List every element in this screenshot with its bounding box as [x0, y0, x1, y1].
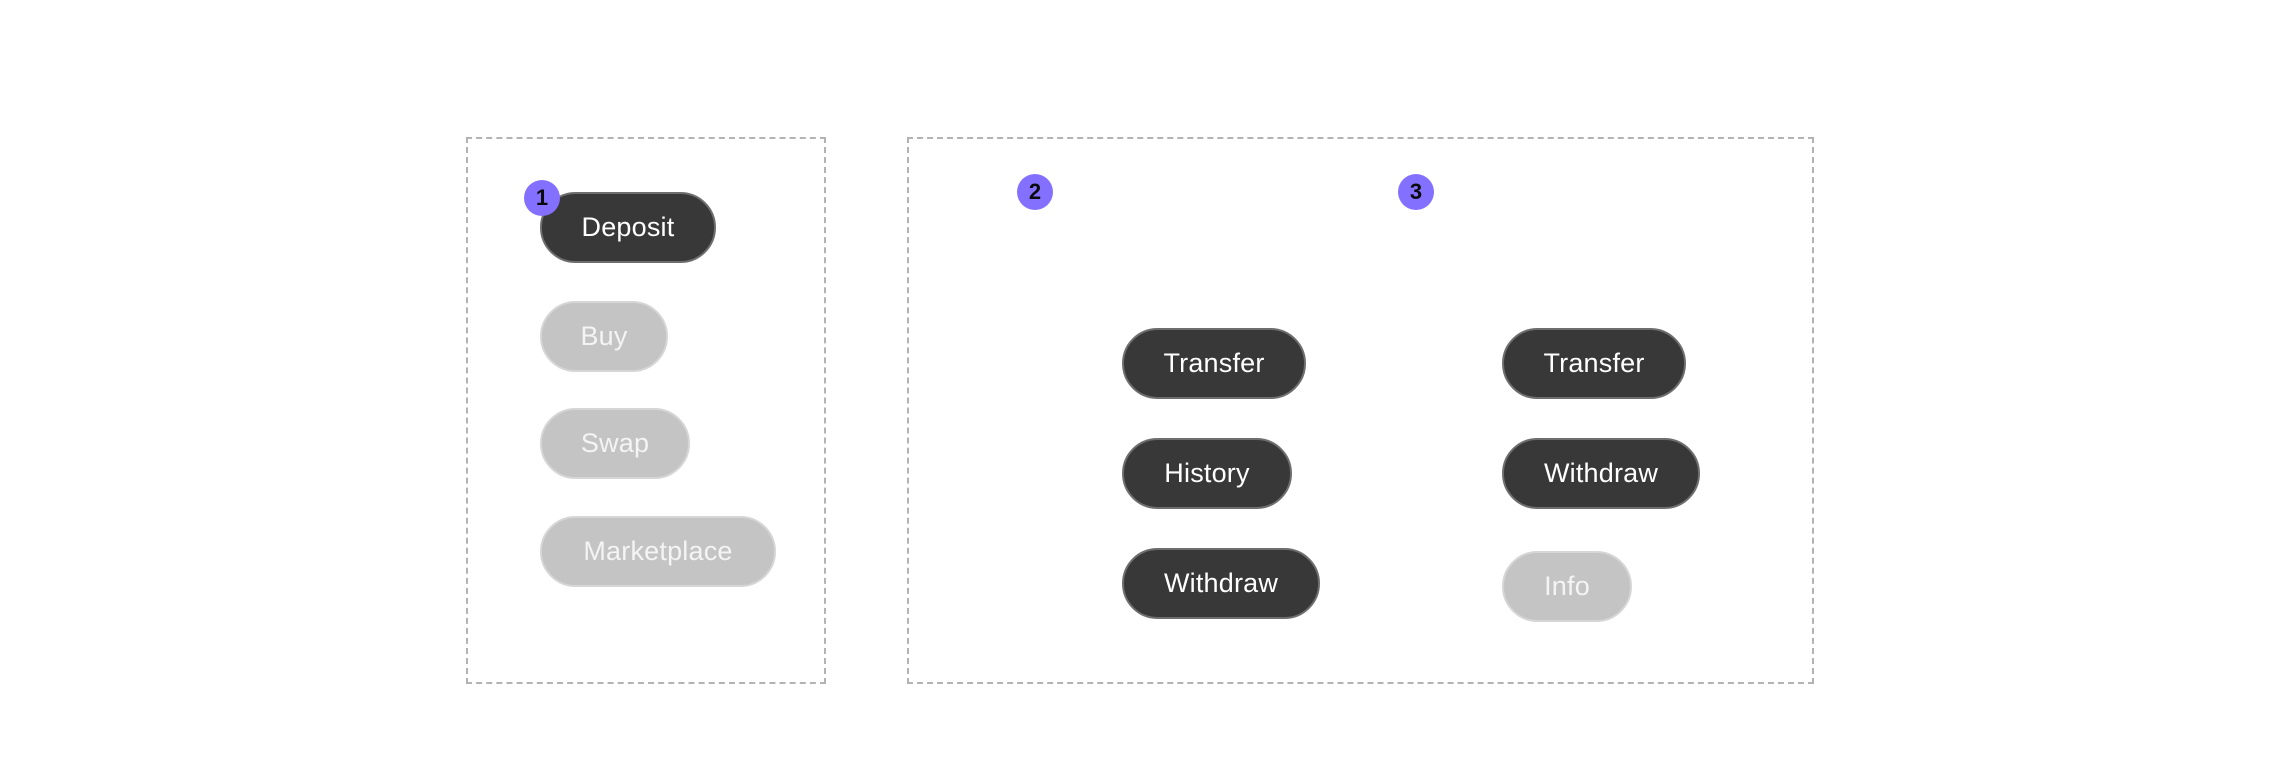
history-button[interactable]: History [1122, 438, 1292, 509]
transfer-button[interactable]: Transfer [1122, 328, 1306, 399]
swap-button: Swap [540, 408, 690, 479]
button-group-right [907, 137, 1814, 684]
deposit-button[interactable]: Deposit [540, 192, 716, 263]
withdraw-button[interactable]: Withdraw [1122, 548, 1320, 619]
step-badge-3: 3 [1398, 174, 1434, 210]
marketplace-button: Marketplace [540, 516, 776, 587]
transfer-button[interactable]: Transfer [1502, 328, 1686, 399]
buy-button: Buy [540, 301, 668, 372]
step-badge-1: 1 [524, 180, 560, 216]
withdraw-button[interactable]: Withdraw [1502, 438, 1700, 509]
step-badge-2: 2 [1017, 174, 1053, 210]
info-button: Info [1502, 551, 1632, 622]
